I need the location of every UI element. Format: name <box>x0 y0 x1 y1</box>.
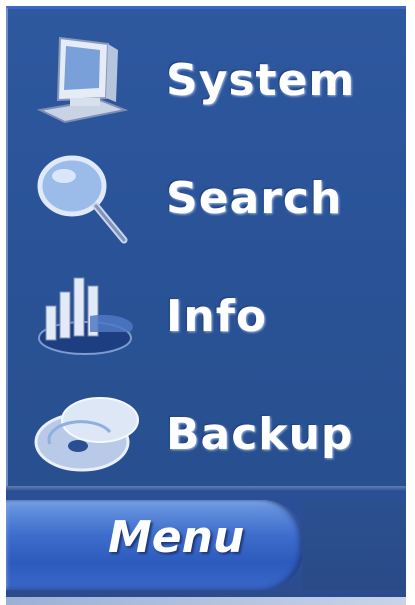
bottom-border <box>6 597 406 605</box>
menu-list: System Search Info Backup <box>8 9 406 486</box>
menu-tab-label: Menu <box>108 512 245 563</box>
dvr-menu-screen: System Search Info Backup Menu <box>0 0 415 605</box>
disc-icon <box>34 397 139 472</box>
bar-chart-icon <box>38 277 133 355</box>
menu-item-info[interactable]: Info <box>8 257 406 375</box>
menu-item-backup[interactable]: Backup <box>8 375 406 493</box>
menu-bar: Menu <box>6 492 406 597</box>
menu-item-label: System <box>166 54 356 106</box>
menu-item-system[interactable]: System <box>8 21 406 139</box>
magnifier-icon <box>37 155 128 244</box>
menu-bar-background <box>302 500 406 590</box>
menu-tab-button[interactable]: Menu <box>6 500 304 590</box>
menu-panel: System Search Info Backup <box>6 6 406 486</box>
computer-monitor-icon <box>36 36 129 124</box>
menu-item-label: Search <box>166 172 343 224</box>
menu-item-label: Info <box>166 290 268 342</box>
menu-item-label: Backup <box>166 408 354 460</box>
menu-item-search[interactable]: Search <box>8 139 406 257</box>
